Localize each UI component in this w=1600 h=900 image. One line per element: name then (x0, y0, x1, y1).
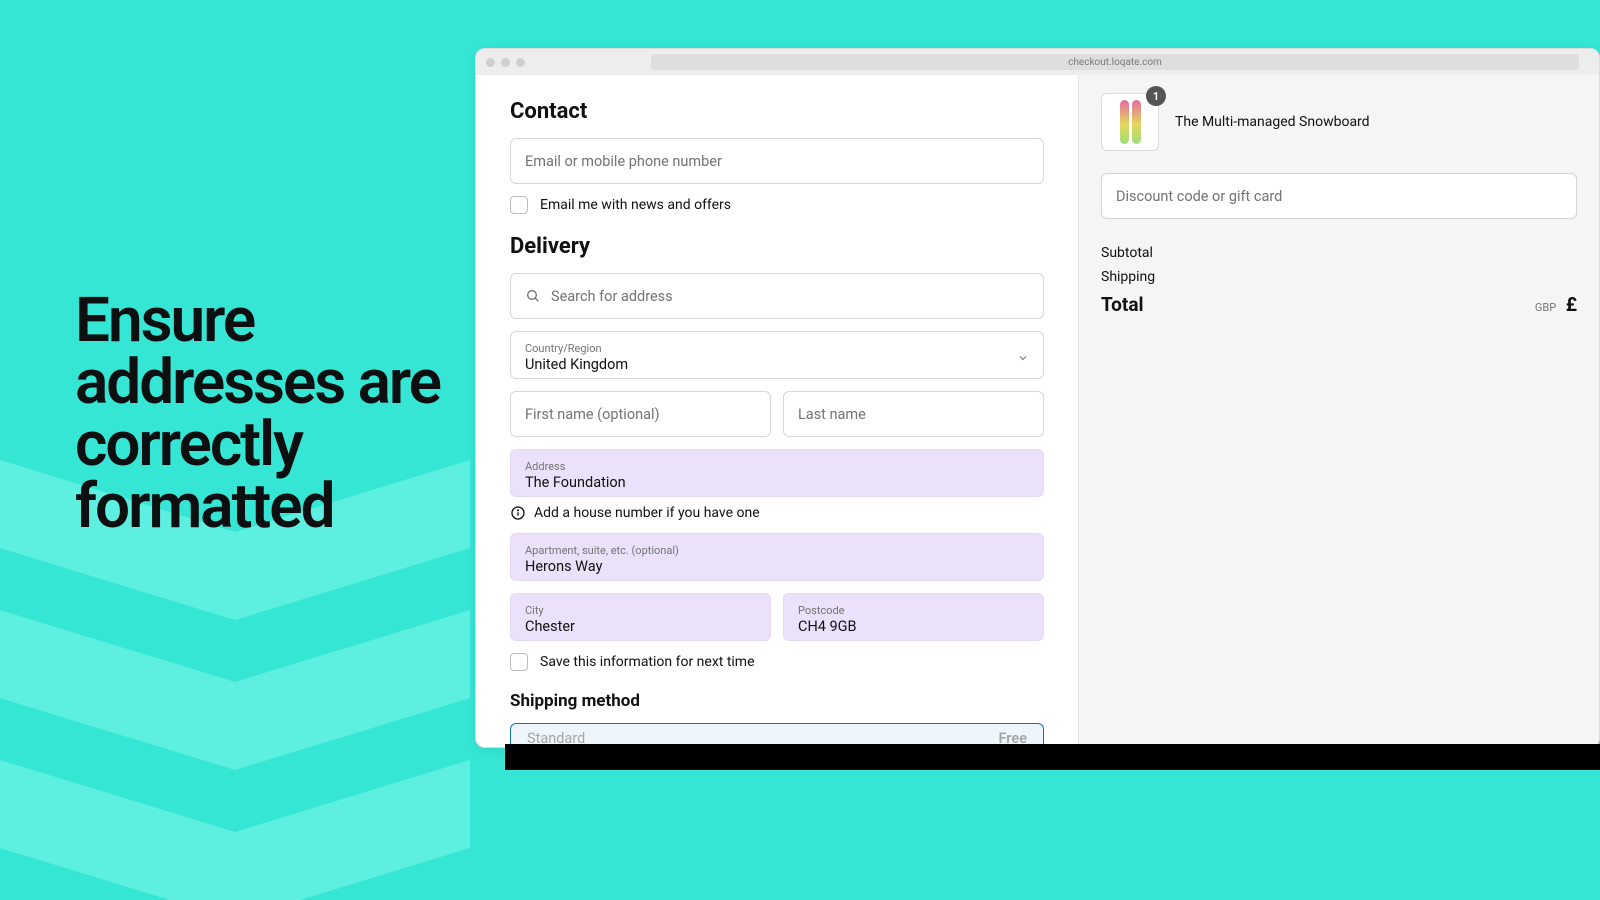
dark-bar (505, 744, 1600, 770)
subtotal-line: Subtotal (1101, 245, 1577, 261)
news-offers-label: Email me with news and offers (540, 197, 731, 213)
total-amount: £ (1566, 293, 1577, 316)
address-label: Address (525, 461, 1029, 472)
city-value: Chester (525, 618, 756, 635)
cart-item: 1 The Multi-managed Snowboard (1101, 93, 1577, 151)
checkout-main: Contact Email or mobile phone number Ema… (476, 75, 1078, 747)
apartment-field[interactable]: Apartment, suite, etc. (optional) Herons… (510, 533, 1044, 581)
address-search-placeholder: Search for address (551, 288, 1029, 305)
browser-window: checkout.loqate.com Contact Email or mob… (475, 48, 1600, 748)
postcode-value: CH4 9GB (798, 618, 1029, 635)
save-info-label: Save this information for next time (540, 654, 755, 670)
search-icon (525, 288, 541, 304)
news-offers-checkbox[interactable] (510, 196, 528, 214)
postcode-field[interactable]: Postcode CH4 9GB (783, 593, 1044, 641)
address-value: The Foundation (525, 474, 1029, 491)
house-number-hint-text: Add a house number if you have one (534, 505, 760, 521)
url-bar[interactable]: checkout.loqate.com (651, 54, 1579, 70)
city-field[interactable]: City Chester (510, 593, 771, 641)
total-line: Total GBP £ (1101, 293, 1577, 316)
email-placeholder: Email or mobile phone number (525, 153, 1029, 170)
address-search-field[interactable]: Search for address (510, 273, 1044, 319)
shipping-method-heading: Shipping method (510, 691, 1044, 711)
first-name-field[interactable]: First name (optional) (510, 391, 771, 437)
stage: Ensure addresses are correctly formatted… (0, 0, 1600, 900)
country-value: United Kingdom (525, 356, 1029, 373)
product-name: The Multi-managed Snowboard (1175, 114, 1370, 130)
traffic-light-min[interactable] (501, 58, 510, 67)
discount-code-field[interactable]: Discount code or gift card (1101, 173, 1577, 219)
subtotal-label: Subtotal (1101, 245, 1153, 261)
save-info-row[interactable]: Save this information for next time (510, 653, 1044, 671)
apartment-label: Apartment, suite, etc. (optional) (525, 545, 1029, 556)
discount-code-placeholder: Discount code or gift card (1116, 188, 1562, 205)
country-select[interactable]: Country/Region United Kingdom (510, 331, 1044, 379)
apartment-value: Herons Way (525, 558, 1029, 575)
last-name-field[interactable]: Last name (783, 391, 1044, 437)
quantity-badge: 1 (1146, 86, 1166, 106)
currency-code: GBP (1535, 301, 1556, 316)
headline: Ensure addresses are correctly formatted (75, 290, 445, 538)
product-thumbnail: 1 (1101, 93, 1159, 151)
country-label: Country/Region (525, 343, 1029, 354)
traffic-light-close[interactable] (486, 58, 495, 67)
delivery-heading: Delivery (510, 234, 1044, 259)
shipping-label: Shipping (1101, 269, 1155, 285)
email-field[interactable]: Email or mobile phone number (510, 138, 1044, 184)
traffic-light-max[interactable] (516, 58, 525, 67)
address-field[interactable]: Address The Foundation (510, 449, 1044, 497)
chevron-down-icon (1017, 349, 1029, 361)
info-icon (510, 505, 526, 521)
city-label: City (525, 605, 756, 616)
browser-bar: checkout.loqate.com (476, 49, 1599, 75)
shipping-line: Shipping (1101, 269, 1577, 285)
order-summary: 1 The Multi-managed Snowboard Discount c… (1078, 75, 1599, 747)
last-name-placeholder: Last name (798, 406, 1029, 423)
house-number-hint: Add a house number if you have one (510, 505, 1044, 521)
first-name-placeholder: First name (optional) (525, 406, 756, 423)
total-label: Total (1101, 293, 1144, 316)
contact-heading: Contact (510, 99, 1044, 124)
save-info-checkbox[interactable] (510, 653, 528, 671)
news-offers-row[interactable]: Email me with news and offers (510, 196, 1044, 214)
postcode-label: Postcode (798, 605, 1029, 616)
